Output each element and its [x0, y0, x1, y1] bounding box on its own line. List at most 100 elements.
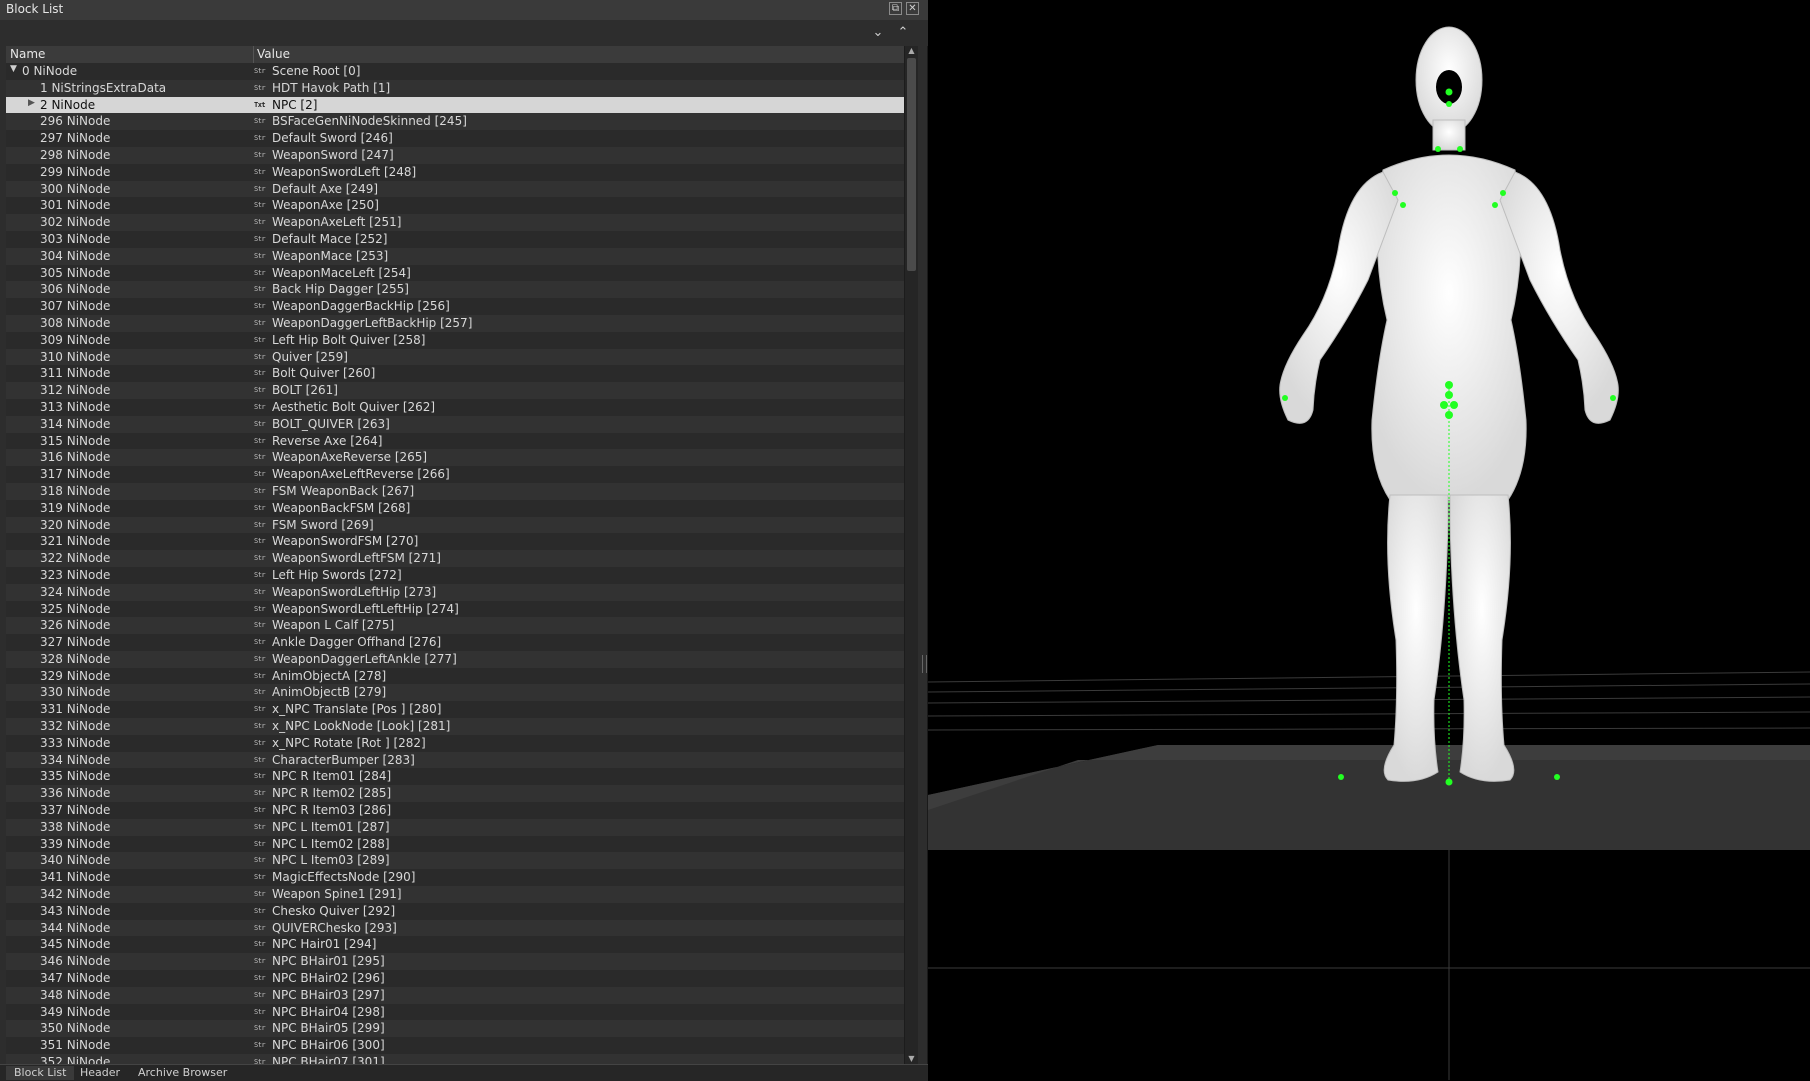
tree-row[interactable]: 307 NiNode Str WeaponDaggerBackHip [256] — [6, 298, 904, 315]
tab-block-list[interactable]: Block List — [6, 1066, 75, 1080]
tree-row[interactable]: 340 NiNode Str NPC L Item03 [289] — [6, 852, 904, 870]
tree-row[interactable]: 334 NiNode Str CharacterBumper [283] — [6, 751, 904, 769]
tree-row[interactable]: 332 NiNode Str x_NPC LookNode [Look] [281] — [6, 718, 904, 735]
tree-row[interactable]: 344 NiNode Str QUIVERChesko [293] — [6, 919, 904, 937]
tree-row[interactable]: 349 NiNode Str NPC BHair04 [298] — [6, 1003, 904, 1021]
tree-row[interactable]: 328 NiNode Str WeaponDaggerLeftAnkle [277] — [6, 650, 904, 668]
render-scene[interactable] — [928, 0, 1810, 1080]
tree-row[interactable]: 339 NiNode Str NPC L Item02 [288] — [6, 835, 904, 853]
tree-row[interactable]: 298 NiNode Str WeaponSword [247] — [6, 146, 904, 164]
block-value: AnimObjectB [279] — [272, 685, 387, 700]
tree-row[interactable]: 330 NiNode Str AnimObjectB [279] — [6, 684, 904, 702]
block-name: 334 NiNode — [40, 752, 111, 767]
block-tree: ▼ 0 NiNode Str Scene Root [0] 1 NiStringsExt… — [6, 63, 904, 1064]
tree-row[interactable]: 314 NiNode Str BOLT_QUIVER [263] — [6, 415, 904, 433]
tree-row[interactable]: 306 NiNode Str Back Hip Dagger [255] — [6, 281, 904, 299]
scrollbar-thumb[interactable] — [907, 58, 916, 271]
tree-row[interactable]: 308 NiNode Str WeaponDaggerLeftBackHip [25… — [6, 314, 904, 332]
tree-row[interactable]: 324 NiNode Str WeaponSwordLeftHip [273] — [6, 583, 904, 601]
string-type-icon: Str — [254, 503, 266, 512]
tree-row[interactable]: 336 NiNode Str NPC R Item02 [285] — [6, 785, 904, 803]
scroll-down-icon[interactable]: ▼ — [905, 1054, 918, 1064]
tree-row[interactable]: 346 NiNode Str NPC BHair01 [295] — [6, 953, 904, 971]
tree-row[interactable]: 338 NiNode Str NPC L Item01 [287] — [6, 818, 904, 836]
collapse-all-icon[interactable]: ⌃ — [894, 24, 912, 42]
tab-archive-browser[interactable]: Archive Browser — [130, 1066, 235, 1080]
scroll-up-icon[interactable]: ▲ — [905, 46, 918, 56]
string-type-icon: Str — [254, 234, 266, 243]
close-panel-icon[interactable]: ✕ — [906, 2, 919, 15]
tree-row[interactable]: ▶ 2 NiNode Txt NPC [2] — [6, 96, 904, 114]
column-header-value[interactable]: Value — [257, 47, 290, 61]
string-type-icon: Str — [254, 117, 266, 126]
tree-row[interactable]: 304 NiNode Str WeaponMace [253] — [6, 247, 904, 265]
tree-row[interactable]: 297 NiNode Str Default Sword [246] — [6, 130, 904, 147]
tree-row[interactable]: 315 NiNode Str Reverse Axe [264] — [6, 432, 904, 450]
vertical-scrollbar[interactable]: ▲ ▼ — [904, 46, 918, 1064]
panel-splitter-handle[interactable] — [922, 655, 927, 673]
tree-row[interactable]: 337 NiNode Str NPC R Item03 [286] — [6, 802, 904, 819]
block-name: 309 NiNode — [40, 332, 111, 347]
tree-row[interactable]: 335 NiNode Str NPC R Item01 [284] — [6, 768, 904, 786]
tree-row[interactable]: 300 NiNode Str Default Axe [249] — [6, 180, 904, 198]
tree-row[interactable]: 312 NiNode Str BOLT [261] — [6, 382, 904, 399]
string-type-icon: Str — [254, 890, 266, 899]
tree-row[interactable]: 322 NiNode Str WeaponSwordLeftFSM [271] — [6, 550, 904, 567]
tree-row[interactable]: 331 NiNode Str x_NPC Translate [Pos ] [280… — [6, 701, 904, 719]
tree-row[interactable]: 350 NiNode Str NPC BHair05 [299] — [6, 1020, 904, 1038]
string-type-icon: Str — [254, 318, 266, 327]
tree-row[interactable]: 318 NiNode Str FSM WeaponBack [267] — [6, 482, 904, 500]
block-value: NPC BHair04 [298] — [272, 1004, 385, 1019]
block-value: Default Mace [252] — [272, 231, 388, 246]
tree-row[interactable]: 311 NiNode Str Bolt Quiver [260] — [6, 365, 904, 383]
string-type-icon: Str — [254, 839, 266, 848]
column-separator[interactable] — [253, 46, 254, 63]
tree-row[interactable]: 351 NiNode Str NPC BHair06 [300] — [6, 1037, 904, 1055]
tree-row[interactable]: 343 NiNode Str Chesko Quiver [292] — [6, 902, 904, 920]
tree-row[interactable]: 326 NiNode Str Weapon L Calf [275] — [6, 617, 904, 635]
tree-row[interactable]: 316 NiNode Str WeaponAxeReverse [265] — [6, 449, 904, 467]
block-name: 339 NiNode — [40, 836, 111, 851]
tree-row[interactable]: 342 NiNode Str Weapon Spine1 [291] — [6, 886, 904, 903]
tree-row[interactable]: 302 NiNode Str WeaponAxeLeft [251] — [6, 214, 904, 231]
tree-row[interactable]: 319 NiNode Str WeaponBackFSM [268] — [6, 499, 904, 517]
string-type-icon: Str — [254, 873, 266, 882]
block-name: 338 NiNode — [40, 819, 111, 834]
tree-row[interactable]: 305 NiNode Str WeaponMaceLeft [254] — [6, 264, 904, 282]
tree-row[interactable]: 296 NiNode Str BSFaceGenNiNodeSkinned [245… — [6, 113, 904, 131]
collapsed-arrow-icon[interactable]: ▶ — [28, 98, 38, 108]
tree-row[interactable]: 323 NiNode Str Left Hip Swords [272] — [6, 566, 904, 584]
block-value: NPC R Item01 [284] — [272, 769, 392, 784]
expand-all-icon[interactable]: ⌄ — [869, 24, 887, 42]
float-panel-icon[interactable]: ⧉ — [889, 2, 902, 15]
3d-viewport[interactable] — [928, 0, 1810, 1080]
string-type-icon: Str — [254, 923, 266, 932]
tree-row[interactable]: 317 NiNode Str WeaponAxeLeftReverse [266] — [6, 466, 904, 483]
tree-row[interactable]: 313 NiNode Str Aesthetic Bolt Quiver [262] — [6, 398, 904, 416]
tree-row[interactable]: 299 NiNode Str WeaponSwordLeft [248] — [6, 163, 904, 181]
expanded-arrow-icon[interactable]: ▼ — [10, 64, 20, 74]
tree-row[interactable]: 345 NiNode Str NPC Hair01 [294] — [6, 936, 904, 954]
block-name: 350 NiNode — [40, 1021, 111, 1036]
block-name: 342 NiNode — [40, 887, 111, 902]
tree-row[interactable]: 325 NiNode Str WeaponSwordLeftLeftHip [274… — [6, 600, 904, 618]
tree-row[interactable]: ▼ 0 NiNode Str Scene Root [0] — [6, 63, 904, 80]
tree-row[interactable]: 309 NiNode Str Left Hip Bolt Quiver [258] — [6, 331, 904, 349]
tree-row[interactable]: 320 NiNode Str FSM Sword [269] — [6, 516, 904, 534]
tree-row[interactable]: 341 NiNode Str MagicEffectsNode [290] — [6, 869, 904, 887]
column-header-name[interactable]: Name — [10, 47, 45, 61]
tree-row[interactable]: 333 NiNode Str x_NPC Rotate [Rot ] [282] — [6, 734, 904, 752]
tree-row[interactable]: 327 NiNode Str Ankle Dagger Offhand [276] — [6, 634, 904, 651]
block-value: NPC BHair02 [296] — [272, 971, 385, 986]
tree-row[interactable]: 348 NiNode Str NPC BHair03 [297] — [6, 986, 904, 1004]
string-type-icon: Str — [254, 1041, 266, 1050]
tree-row[interactable]: 352 NiNode Str NPC BHair07 [301] — [6, 1054, 904, 1064]
tree-row[interactable]: 303 NiNode Str Default Mace [252] — [6, 230, 904, 248]
tree-row[interactable]: 329 NiNode Str AnimObjectA [278] — [6, 667, 904, 685]
tree-row[interactable]: 310 NiNode Str Quiver [259] — [6, 348, 904, 366]
tree-row[interactable]: 321 NiNode Str WeaponSwordFSM [270] — [6, 533, 904, 551]
tab-header[interactable]: Header — [72, 1066, 128, 1080]
tree-row[interactable]: 301 NiNode Str WeaponAxe [250] — [6, 197, 904, 215]
tree-row[interactable]: 1 NiStringsExtraData Str HDT Havok Path [1… — [6, 79, 904, 97]
tree-row[interactable]: 347 NiNode Str NPC BHair02 [296] — [6, 970, 904, 987]
